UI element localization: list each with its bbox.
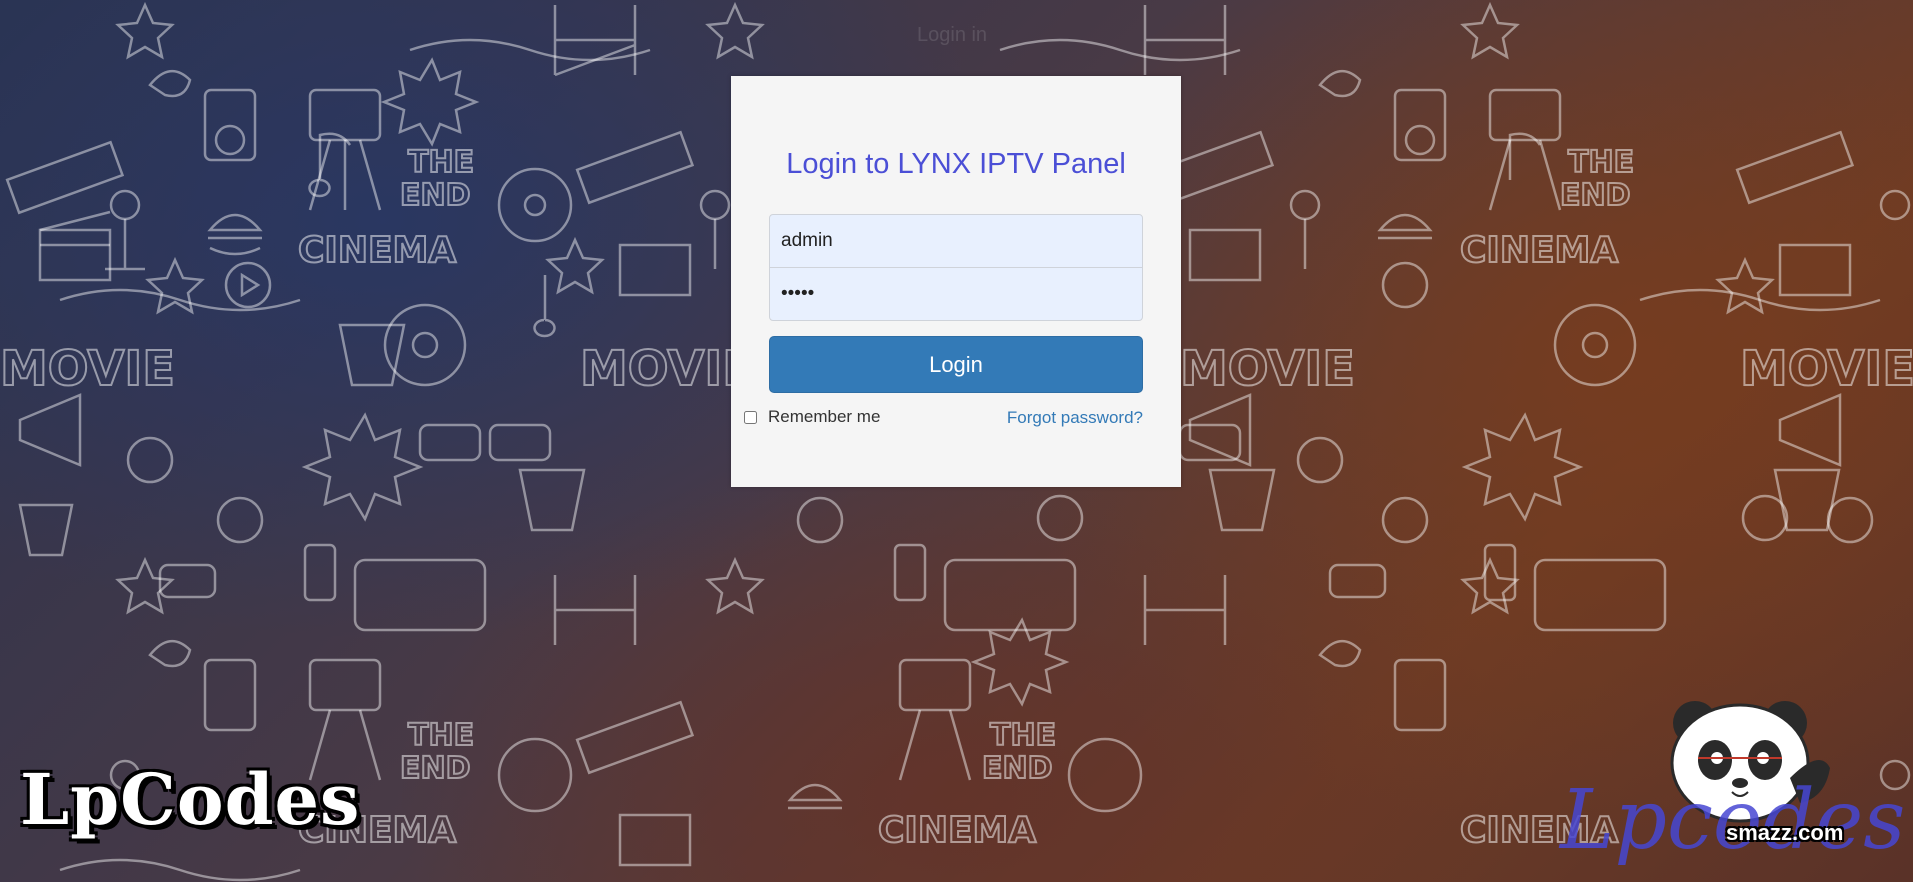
- forgot-password-link[interactable]: Forgot password?: [1007, 408, 1143, 428]
- login-button[interactable]: Login: [769, 336, 1143, 393]
- remember-me[interactable]: Remember me: [744, 407, 880, 427]
- svg-text:MOVIE: MOVIE: [580, 341, 755, 397]
- username-input[interactable]: [769, 214, 1143, 268]
- svg-text:THE: THE: [990, 718, 1056, 753]
- svg-text:MOVIE: MOVIE: [0, 341, 175, 397]
- smazz-watermark: smazz.com: [1726, 820, 1844, 845]
- svg-text:END: END: [1560, 178, 1631, 213]
- svg-text:END: END: [982, 751, 1053, 786]
- login-card: Login to LYNX IPTV Panel Login Remember …: [731, 76, 1181, 487]
- remember-me-checkbox[interactable]: [744, 410, 757, 424]
- login-title: Login to LYNX IPTV Panel: [786, 148, 1126, 180]
- svg-text:MOVIE: MOVIE: [1740, 341, 1913, 397]
- svg-text:THE: THE: [408, 718, 474, 753]
- svg-text:CINEMA: CINEMA: [878, 810, 1036, 851]
- svg-text:THE: THE: [1568, 145, 1634, 180]
- svg-text:END: END: [400, 178, 471, 213]
- remember-me-label: Remember me: [768, 407, 881, 426]
- svg-text:MOVIE: MOVIE: [1180, 341, 1355, 397]
- svg-text:THE: THE: [408, 145, 474, 180]
- password-input[interactable]: [769, 267, 1143, 321]
- background-faint-text: Login in: [917, 24, 988, 46]
- svg-text:CINEMA: CINEMA: [298, 230, 456, 271]
- svg-text:END: END: [400, 751, 471, 786]
- svg-text:CINEMA: CINEMA: [1460, 230, 1618, 271]
- lpcodes-watermark-left: LpCodes: [20, 758, 361, 841]
